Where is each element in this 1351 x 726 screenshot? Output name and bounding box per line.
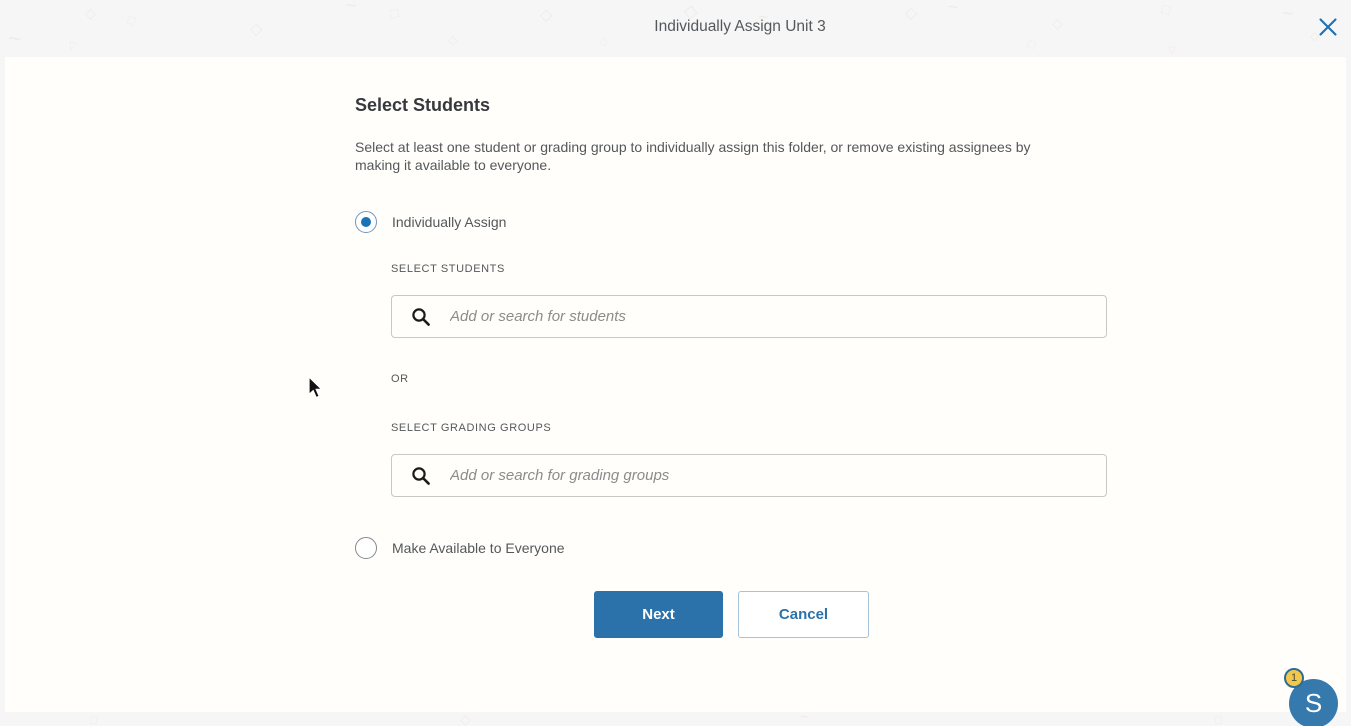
pattern-square-icon: □ (388, 5, 400, 21)
pattern-diamond-icon: ◇ (250, 22, 262, 38)
instructions-text: Select at least one student or grading g… (355, 138, 1073, 174)
students-search-input[interactable] (450, 296, 1106, 337)
radio-individually-assign[interactable]: Individually Assign (355, 211, 506, 233)
next-button[interactable]: Next (594, 591, 723, 638)
radio-make-available-to-everyone[interactable]: Make Available to Everyone (355, 537, 565, 559)
badge-count: 1 (1291, 672, 1297, 684)
pattern-square-icon: □ (1160, 1, 1172, 17)
avatar-letter: S (1305, 688, 1322, 719)
pattern-diamond-icon: ◇ (448, 34, 457, 46)
arrow-cursor-icon (308, 377, 326, 401)
pattern-square-icon: □ (90, 714, 97, 726)
pattern-diamond-icon: ◇ (460, 712, 471, 726)
pattern-diamond-icon: ◇ (540, 8, 552, 24)
pattern-squiggle-icon: ~ (8, 28, 21, 50)
students-search-field[interactable] (391, 295, 1107, 338)
notification-badge: 1 (1284, 668, 1304, 688)
search-icon (392, 307, 450, 327)
pattern-squiggle-icon: ~ (345, 0, 357, 16)
pattern-square-icon: □ (1026, 37, 1038, 51)
pattern-diamond-icon: ◇ (1052, 16, 1063, 30)
pattern-triangle-icon: ▽ (1168, 46, 1176, 56)
pattern-square-icon: □ (1215, 714, 1222, 726)
modal-title: Individually Assign Unit 3 (654, 18, 825, 36)
pattern-triangle-icon: ▽ (67, 41, 77, 53)
radio-selected-icon[interactable] (355, 211, 377, 233)
select-students-label: SELECT STUDENTS (391, 263, 505, 275)
cancel-button[interactable]: Cancel (738, 591, 869, 638)
pattern-squiggle-icon: ~ (948, 0, 959, 16)
grading-groups-search-input[interactable] (450, 455, 1106, 496)
page-title: Select Students (355, 95, 490, 116)
pattern-diamond-icon: ◇ (905, 6, 917, 22)
close-icon[interactable] (1318, 17, 1338, 37)
pattern-square-icon: □ (126, 13, 137, 27)
radio-unselected-icon[interactable] (355, 537, 377, 559)
radio-label: Individually Assign (392, 214, 506, 230)
individually-assign-modal: ~ ◇ ▽ □ ◇ ~ □ ◇ ◇ □ ◇ ~ ◇ ~ □ ◇ □ ▽ ~ ◇ … (0, 0, 1351, 726)
pattern-squiggle-icon: ~ (1282, 4, 1294, 24)
select-grading-groups-label: SELECT GRADING GROUPS (391, 422, 551, 434)
grading-groups-search-field[interactable] (391, 454, 1107, 497)
pattern-diamond-icon: ◇ (85, 6, 96, 20)
search-icon (392, 466, 450, 486)
radio-label: Make Available to Everyone (392, 540, 565, 556)
pattern-squiggle-icon: ~ (800, 710, 809, 726)
pattern-square-icon: □ (598, 37, 608, 49)
or-label: OR (391, 373, 409, 385)
